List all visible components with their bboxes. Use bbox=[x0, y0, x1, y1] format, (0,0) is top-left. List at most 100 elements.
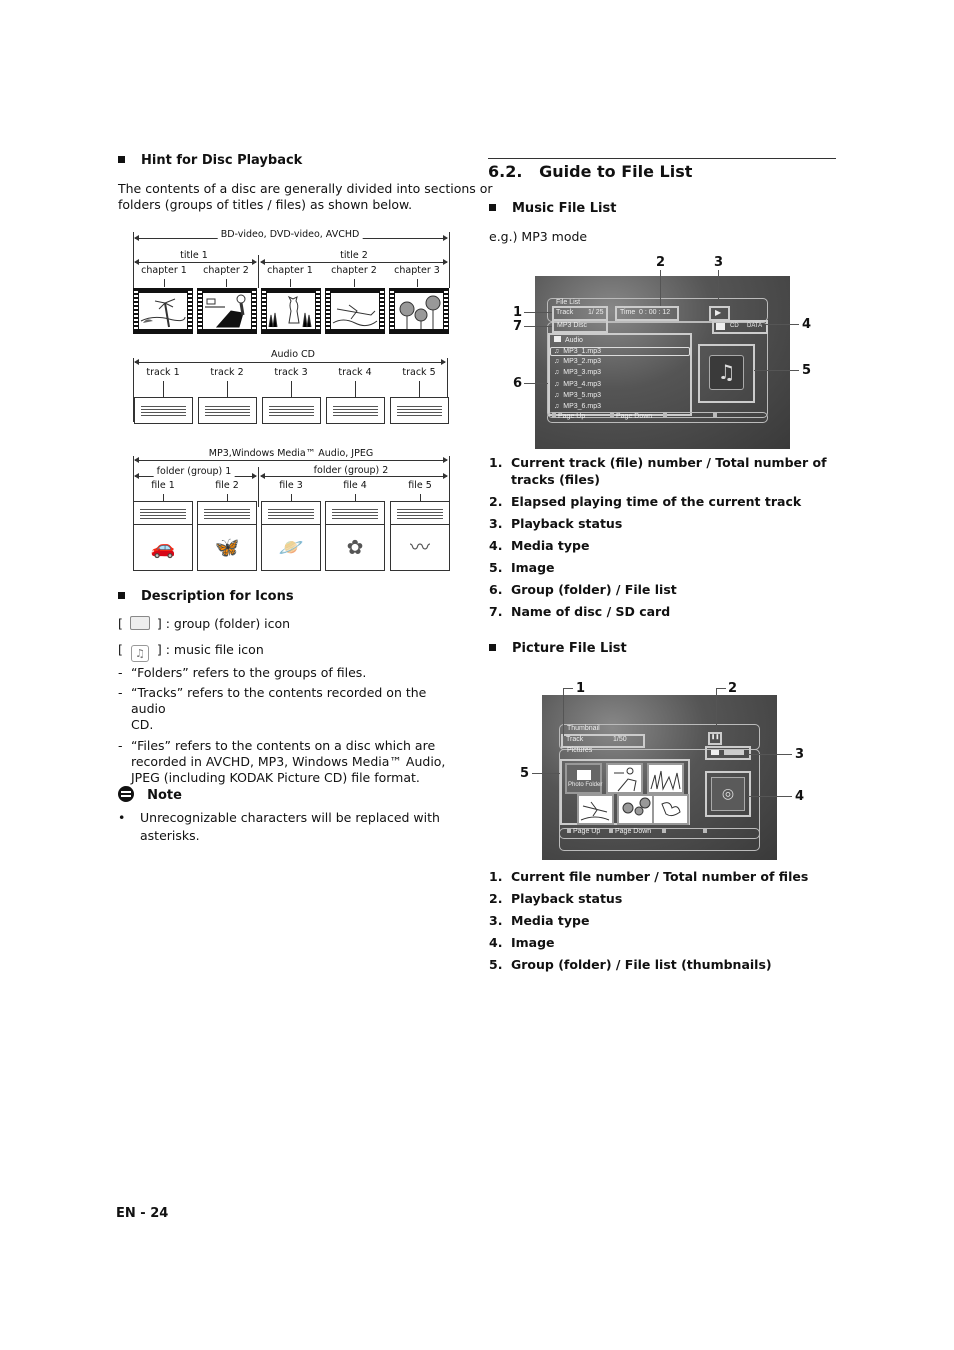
footer-button[interactable]: Page Up bbox=[552, 413, 585, 420]
folder-item[interactable]: Audio bbox=[554, 336, 583, 344]
picture-legend-list: 1. Current file number / Total number of … bbox=[489, 869, 834, 989]
footer-button[interactable] bbox=[662, 828, 668, 835]
legend-text: Playback status bbox=[511, 891, 623, 906]
photo-thumbnail[interactable] bbox=[647, 763, 684, 794]
note-text: JPEG (including KODAK Picture CD) file f… bbox=[131, 770, 420, 785]
color-key-icon bbox=[703, 828, 707, 833]
film-frame-airplane bbox=[325, 288, 385, 334]
legend-number: 1. bbox=[489, 455, 503, 470]
flowers-image: ✿ bbox=[325, 524, 385, 571]
footer-button[interactable] bbox=[713, 413, 719, 420]
note-line: asterisks. bbox=[140, 828, 200, 843]
file-tick bbox=[291, 494, 292, 501]
diagram-divider bbox=[258, 255, 259, 288]
dash: - bbox=[118, 685, 123, 700]
file-list-item[interactable]: ♫ MP3_3.mp3 bbox=[554, 369, 601, 376]
legend-text: Elapsed playing time of the current trac… bbox=[511, 494, 802, 509]
photo-thumbnail[interactable] bbox=[606, 763, 643, 794]
footer-button[interactable]: Page Down bbox=[609, 828, 651, 835]
legend-number: 2. bbox=[489, 494, 503, 509]
track-tick bbox=[227, 381, 228, 397]
picture-heading-text: Picture File List bbox=[512, 641, 627, 656]
legend-number: 5. bbox=[489, 560, 503, 575]
footer-button[interactable]: Page Up bbox=[567, 828, 600, 835]
folder-icon-description: [ ] : group (folder) icon bbox=[118, 616, 290, 632]
music-heading-text: Music File List bbox=[512, 201, 617, 216]
audio-cd-label: Audio CD bbox=[268, 349, 318, 360]
dash: - bbox=[118, 665, 123, 680]
chapter-tick bbox=[164, 279, 165, 287]
music-staff-icon bbox=[140, 507, 186, 521]
file-tick bbox=[355, 494, 356, 501]
file-list-item[interactable]: ♫ MP3_6.mp3 bbox=[554, 403, 601, 410]
music-file-icon: ♫ bbox=[554, 348, 560, 355]
legend-item: 2. Playback status bbox=[489, 891, 622, 906]
file-tick bbox=[420, 494, 421, 501]
legend-number: 3. bbox=[489, 516, 503, 531]
music-file-icon: ♫ bbox=[554, 358, 560, 366]
track-box bbox=[198, 397, 257, 424]
music-heading: Music File List bbox=[489, 201, 616, 216]
play-icon: ▶ bbox=[715, 308, 722, 317]
track-tick bbox=[419, 381, 420, 397]
file-list-item[interactable]: ♫ MP3_5.mp3 bbox=[554, 392, 601, 399]
footer-button[interactable] bbox=[663, 413, 669, 420]
file-name: MP3_1.mp3 bbox=[563, 348, 601, 355]
thumbnail-list: Photo Folder bbox=[560, 759, 690, 825]
photo-thumbnail[interactable] bbox=[577, 794, 614, 825]
title-label: title 1 bbox=[177, 250, 211, 261]
color-key-icon bbox=[567, 828, 571, 833]
folder-thumbnail[interactable]: Photo Folder bbox=[565, 763, 602, 794]
photo-thumbnail[interactable] bbox=[652, 794, 689, 825]
music-staff-icon bbox=[397, 507, 443, 521]
film-frame-sunflowers bbox=[389, 288, 449, 334]
legend-text: Image bbox=[511, 560, 555, 575]
playback-status: ❚❚ bbox=[708, 732, 722, 745]
footer-button[interactable]: Page Down bbox=[610, 413, 652, 420]
callout-line bbox=[532, 773, 560, 774]
music-icon-description: [ ♫ ] : music file icon bbox=[118, 642, 264, 662]
music-file-icon: ♫ bbox=[554, 403, 560, 410]
note-icon bbox=[118, 786, 134, 802]
music-file-list-screen: File List Track 1/ 25 Time 0 : 00 : 12 ▶ M… bbox=[535, 276, 790, 449]
footer-label: Page Up bbox=[573, 828, 601, 835]
note-heading: Note bbox=[118, 784, 182, 803]
file-name: MP3_6.mp3 bbox=[563, 403, 601, 410]
disc-name: MP3 Disc bbox=[552, 319, 608, 333]
playback-status: ▶ bbox=[709, 306, 730, 321]
callout-line bbox=[718, 270, 719, 306]
legend-text: Name of disc / SD card bbox=[511, 604, 671, 619]
image-preview: ◎ bbox=[705, 771, 751, 817]
file-list: Audio ♫ MP3_1.mp3 ♫ MP3_2.mp3 ♫ MP3_3.mp3 ♫ MP3… bbox=[548, 333, 692, 416]
media-badge bbox=[724, 750, 744, 755]
file-label: file 3 bbox=[276, 480, 306, 491]
file-box bbox=[390, 501, 450, 526]
footer-button[interactable] bbox=[703, 828, 709, 835]
file-list-item[interactable]: ♫ MP3_4.mp3 bbox=[554, 381, 601, 388]
file-list-item[interactable]: ♫ MP3_1.mp3 bbox=[550, 347, 690, 356]
title-label: title 2 bbox=[337, 250, 371, 261]
hint-heading: Hint for Disc Playback bbox=[118, 153, 302, 168]
media-type bbox=[705, 746, 751, 760]
photo-thumbnail[interactable] bbox=[617, 794, 654, 825]
folder-icon bbox=[129, 616, 150, 630]
legend-item: 1. Current track (file) number / Total nu… bbox=[489, 455, 827, 487]
folder-icon bbox=[554, 336, 561, 342]
file-name: MP3_3.mp3 bbox=[563, 369, 601, 377]
page-number: EN - 24 bbox=[116, 1206, 169, 1221]
hint-heading-text: Hint for Disc Playback bbox=[141, 153, 303, 168]
music-file-icon: ♫ bbox=[554, 391, 560, 399]
legend-item: 5. Image bbox=[489, 560, 555, 575]
callout-2: 2 bbox=[728, 681, 738, 696]
person-chair-image bbox=[614, 767, 637, 792]
media-cd: CD bbox=[730, 323, 739, 329]
track-label: track 5 bbox=[399, 367, 439, 378]
title-span-arrow bbox=[134, 259, 257, 265]
file-list-item[interactable]: ♫ MP3_2.mp3 bbox=[554, 358, 601, 365]
file-label: file 4 bbox=[340, 480, 370, 491]
legend-number: 4. bbox=[489, 538, 503, 553]
elapsed-time: Time 0 : 00 : 12 bbox=[615, 306, 679, 321]
footer-label: Page Up bbox=[558, 413, 586, 420]
film-frame-beach bbox=[133, 288, 193, 334]
diagram-divider bbox=[258, 467, 259, 507]
